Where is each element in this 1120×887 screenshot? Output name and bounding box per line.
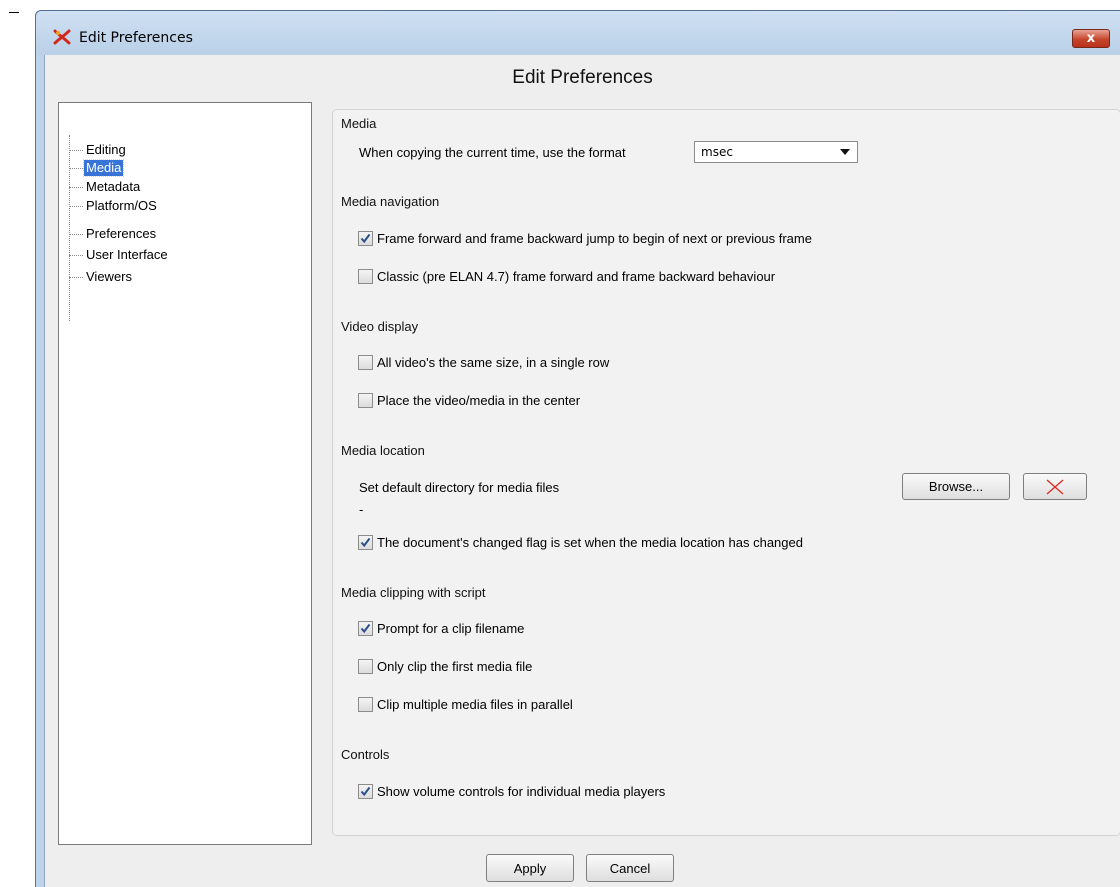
- option-label: Only clip the first media file: [377, 659, 533, 674]
- checkmark-icon: [360, 537, 371, 548]
- stray-dash: [9, 12, 19, 13]
- option-label: All video's the same size, in a single r…: [377, 355, 610, 370]
- tree-item-editing[interactable]: Editing: [69, 141, 128, 159]
- tree-item-preferences[interactable]: Preferences: [69, 225, 158, 243]
- section-media-location: Media location: [341, 443, 425, 458]
- close-icon: x: [1086, 31, 1096, 46]
- apply-button[interactable]: Apply: [486, 854, 574, 882]
- option-center-video[interactable]: Place the video/media in the center: [358, 393, 580, 408]
- section-media: Media: [341, 116, 377, 131]
- apply-label: Apply: [513, 860, 547, 876]
- tree-item-viewers[interactable]: Viewers: [69, 268, 134, 286]
- dialog-heading: Edit Preferences: [512, 67, 653, 88]
- checkbox[interactable]: [358, 393, 373, 408]
- option-label: Show volume controls for individual medi…: [377, 784, 666, 799]
- browse-label: Browse...: [928, 479, 984, 494]
- dialog-body: Edit Preferences Editing Media Metadata …: [44, 55, 1120, 887]
- tree-item-media[interactable]: Media: [69, 159, 125, 177]
- time-format-value: msec: [701, 145, 733, 159]
- checkmark-icon: [360, 623, 371, 634]
- close-button[interactable]: x: [1072, 29, 1110, 48]
- red-x-icon: [1046, 479, 1064, 494]
- option-volume-controls[interactable]: Show volume controls for individual medi…: [358, 784, 665, 799]
- section-video-display: Video display: [341, 319, 419, 334]
- time-format-label: When copying the current time, use the f…: [359, 145, 626, 160]
- checkbox[interactable]: [358, 355, 373, 370]
- cancel-button[interactable]: Cancel: [586, 854, 674, 882]
- elan-app-icon: [53, 28, 71, 46]
- checkbox[interactable]: [358, 231, 373, 246]
- checkbox[interactable]: [358, 621, 373, 636]
- default-dir-label: Set default directory for media files: [359, 480, 560, 495]
- option-label: The document's changed flag is set when …: [377, 535, 803, 550]
- section-media-clipping: Media clipping with script: [341, 585, 486, 600]
- preferences-window: Edit Preferences x Edit Preferences Edit…: [35, 10, 1120, 887]
- option-clip-first-media[interactable]: Only clip the first media file: [358, 659, 532, 674]
- option-label: Clip multiple media files in parallel: [377, 697, 573, 712]
- checkbox[interactable]: [358, 697, 373, 712]
- window-title: Edit Preferences: [79, 30, 193, 46]
- tree-item-platform-os[interactable]: Platform/OS: [69, 197, 159, 215]
- category-tree[interactable]: Editing Media Metadata Platform/OS Prefe…: [58, 102, 312, 845]
- media-settings-panel: Media When copying the current time, use…: [332, 109, 1120, 836]
- section-controls: Controls: [341, 747, 390, 762]
- option-label: Place the video/media in the center: [377, 393, 581, 408]
- option-label: Prompt for a clip filename: [377, 621, 525, 636]
- option-changed-flag[interactable]: The document's changed flag is set when …: [358, 535, 803, 550]
- cancel-label: Cancel: [609, 860, 651, 876]
- checkbox[interactable]: [358, 535, 373, 550]
- option-prompt-clip-filename[interactable]: Prompt for a clip filename: [358, 621, 524, 636]
- checkbox[interactable]: [358, 269, 373, 284]
- time-format-select[interactable]: msec: [694, 141, 858, 163]
- option-label: Frame forward and frame backward jump to…: [377, 231, 812, 246]
- section-media-navigation: Media navigation: [341, 194, 440, 209]
- option-frame-jump[interactable]: Frame forward and frame backward jump to…: [358, 231, 812, 246]
- title-bar[interactable]: Edit Preferences x: [36, 11, 1120, 55]
- clear-directory-button[interactable]: [1023, 473, 1087, 500]
- option-same-size[interactable]: All video's the same size, in a single r…: [358, 355, 609, 370]
- option-classic-frame[interactable]: Classic (pre ELAN 4.7) frame forward and…: [358, 269, 775, 284]
- browse-button[interactable]: Browse...: [902, 473, 1010, 500]
- checkmark-icon: [360, 786, 371, 797]
- default-dir-value: -: [359, 502, 364, 517]
- checkbox[interactable]: [358, 659, 373, 674]
- chevron-down-icon: [840, 149, 850, 155]
- checkbox[interactable]: [358, 784, 373, 799]
- tree-item-user-interface[interactable]: User Interface: [69, 246, 170, 264]
- option-label: Classic (pre ELAN 4.7) frame forward and…: [377, 269, 776, 284]
- option-clip-parallel[interactable]: Clip multiple media files in parallel: [358, 697, 573, 712]
- tree-item-metadata[interactable]: Metadata: [69, 178, 142, 196]
- checkmark-icon: [360, 233, 371, 244]
